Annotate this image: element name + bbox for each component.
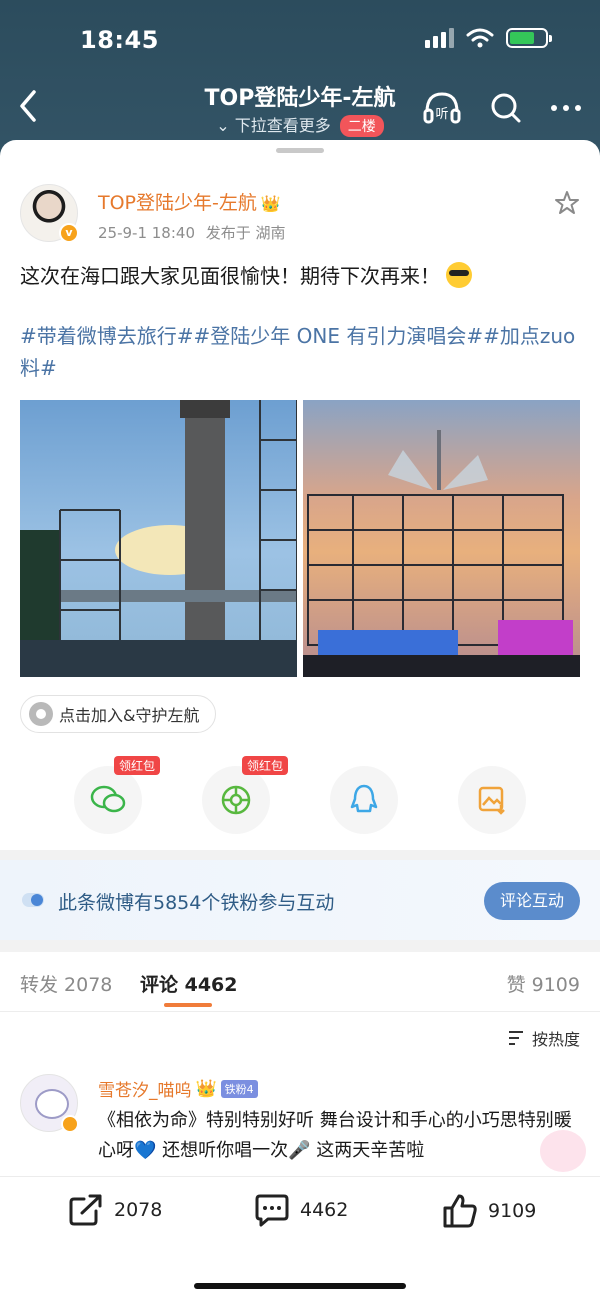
share-qq[interactable] (330, 766, 398, 834)
post-date: 25-9-1 18:40 (98, 224, 195, 242)
status-icons (425, 28, 552, 48)
like-count: 9109 (488, 1200, 537, 1222)
chevron-down-icon: ⌄ (216, 116, 230, 135)
signal-icon (425, 28, 454, 48)
post-text: 这次在海口跟大家见面很愉快！期待下次再来！ (20, 260, 472, 289)
share-wechat[interactable]: 领红包 (74, 756, 161, 834)
join-guard-label: 点击加入&守护左航 (59, 706, 200, 725)
tab-likes[interactable]: 赞 9109 (507, 970, 580, 997)
comment-text: 《相依为命》特别特别好听 舞台设计和手心的小巧思特别暖心呀💙 还想听你唱一次🎤 … (98, 1110, 572, 1161)
repost-button[interactable]: 2078 (68, 1193, 162, 1227)
author-avatar[interactable]: v (20, 184, 79, 243)
fan-level-badge: 铁粉4 (220, 1079, 258, 1098)
commenter-name-text: 雪苍汐_喵呜 (98, 1081, 192, 1101)
repost-count: 2078 (114, 1199, 163, 1221)
comment-count: 4462 (300, 1199, 349, 1221)
comment-interact-button[interactable]: 评论互动 (484, 882, 580, 920)
section-divider (0, 850, 600, 860)
post-text-content: 这次在海口跟大家见面很愉快！期待下次再来！ (20, 264, 440, 288)
commenter-name[interactable]: 雪苍汐_喵呜 👑 铁粉4 (98, 1076, 258, 1101)
more-icon[interactable] (550, 103, 582, 113)
top-bar: 18:45 TOP登陆少年-左航 ⌄ 下拉查看更多 二楼 听 (0, 0, 600, 160)
battery-icon (506, 28, 552, 48)
crown-icon: 👑 (195, 1078, 217, 1099)
bottom-action-bar: 2078 4462 9109 (0, 1176, 600, 1300)
post-hashtags[interactable]: #带着微博去旅行##登陆少年 ONE 有引力演唱会##加点zuo料# (20, 320, 580, 384)
comment-button[interactable]: 4462 (254, 1193, 348, 1227)
home-indicator (194, 1283, 406, 1289)
post-image-2[interactable] (303, 400, 580, 677)
favorite-star-icon[interactable] (554, 190, 580, 216)
like-button[interactable]: 9109 (442, 1193, 536, 1229)
flower-icon (29, 702, 53, 726)
save-image[interactable] (458, 766, 526, 834)
post-image-1[interactable] (20, 400, 297, 677)
search-icon[interactable] (490, 92, 522, 124)
wechat-red-packet-tag: 领红包 (114, 756, 161, 775)
comment-icon (255, 1194, 289, 1227)
active-tab-indicator (164, 1003, 212, 1007)
repost-icon (69, 1194, 102, 1226)
post-meta: 25-9-1 18:40 发布于 湖南 (98, 222, 286, 243)
crown-icon: 👑 (260, 194, 281, 213)
wechat-icon (90, 785, 126, 813)
fans-banner: 此条微博有5854个铁粉参与互动 评论互动 (0, 860, 600, 940)
pull-down-text: 下拉查看更多 (234, 116, 331, 135)
sort-by-hot[interactable]: 按热度 (508, 1026, 580, 1050)
verified-icon (61, 1115, 79, 1133)
verified-icon: v (59, 223, 79, 243)
fan-toggle-icon (22, 893, 44, 907)
sunglasses-emoji-icon (446, 262, 472, 288)
fans-banner-text: 此条微博有5854个铁粉参与互动 (58, 892, 335, 914)
share-row: 领红包 领红包 (0, 756, 600, 836)
save-image-icon (478, 786, 505, 815)
thumbs-up-icon (443, 1194, 477, 1228)
status-time: 18:45 (80, 26, 159, 54)
post-tabs: 转发 2078 评论 4462 赞 9109 (0, 952, 600, 1012)
sort-label: 按热度 (531, 1030, 580, 1049)
header-actions: 听 (422, 90, 582, 126)
author-name[interactable]: TOP登陆少年-左航 👑 (98, 188, 281, 215)
post-location: 发布于 湖南 (205, 224, 286, 242)
sticker-icon (540, 1130, 586, 1172)
tab-comments[interactable]: 评论 4462 (140, 970, 238, 997)
join-guard-chip[interactable]: 点击加入&守护左航 (20, 695, 217, 733)
moments-red-packet-tag: 领红包 (242, 756, 289, 775)
qq-icon (350, 784, 378, 813)
listen-icon[interactable]: 听 (422, 90, 462, 126)
share-moments[interactable]: 领红包 (202, 756, 289, 834)
tab-repost[interactable]: 转发 2078 (20, 970, 112, 997)
wifi-icon (466, 28, 494, 48)
floor-badge: 二楼 (339, 115, 384, 137)
moments-icon (221, 785, 251, 815)
commenter-avatar[interactable] (20, 1074, 79, 1133)
post-sheet: v TOP登陆少年-左航 👑 25-9-1 18:40 发布于 湖南 这次在海口跟… (0, 140, 600, 1300)
svg-text:听: 听 (435, 107, 448, 122)
sheet-grabber[interactable] (276, 148, 324, 153)
author-name-text: TOP登陆少年-左航 (98, 192, 257, 214)
sort-icon (508, 1031, 523, 1045)
section-divider-2 (0, 940, 600, 952)
